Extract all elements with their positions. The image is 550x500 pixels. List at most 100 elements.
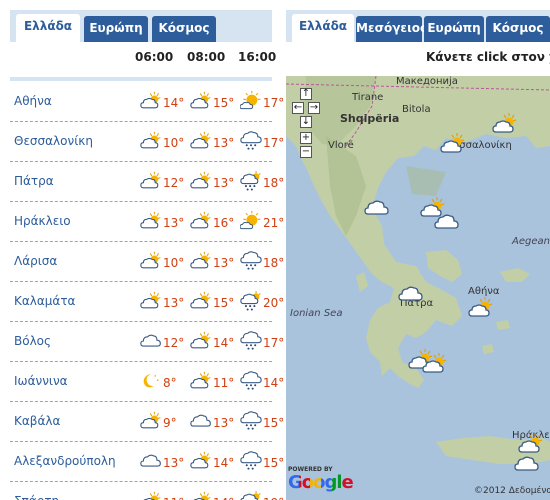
- zoom-out-button[interactable]: −: [300, 146, 312, 158]
- weather-map[interactable]: ↑ ← → ↓ + − Македонија Tirane Shqipëria …: [286, 76, 550, 500]
- ionian-island: [356, 272, 368, 292]
- temperature: 17°: [263, 336, 285, 350]
- temperature: 8°: [163, 376, 177, 390]
- forecast-cell: 13°: [140, 210, 184, 236]
- forecast-cell: 17°: [240, 90, 284, 116]
- tab-map-greece[interactable]: Ελλάδα: [292, 14, 354, 44]
- forecast-cell: 13°: [190, 170, 234, 196]
- tab-map-europe[interactable]: Ευρώπη: [424, 16, 484, 42]
- city-name[interactable]: Λάρισα: [14, 254, 57, 268]
- forecast-cell: 8°: [140, 370, 184, 396]
- hour-label: 16:00: [238, 50, 277, 64]
- mountain-relief: [406, 166, 446, 196]
- temperature: 18°: [263, 256, 285, 270]
- city-row[interactable]: Λάρισα 10° 13° 18°: [10, 242, 284, 282]
- sun-rain-icon: [240, 490, 262, 500]
- map-copyright[interactable]: ©2012 Δεδομένα χάρτη: [474, 486, 550, 496]
- partly-cloudy-icon: [190, 290, 212, 312]
- rain-cloud-icon: [240, 450, 262, 472]
- city-row[interactable]: Σπάρτη 11° 14° 19°: [10, 482, 284, 500]
- city-row[interactable]: Ιωάννινα 8° 11° 14°: [10, 362, 284, 402]
- forecast-cell: 13°: [190, 130, 234, 156]
- city-row[interactable]: Αθήνα 14° 15° 17°: [10, 82, 284, 122]
- pan-up-control[interactable]: ↑: [300, 88, 312, 100]
- temperature: 11°: [213, 376, 235, 390]
- temperature: 12°: [163, 176, 185, 190]
- forecast-cell: 15°: [190, 90, 234, 116]
- zoom-in-button[interactable]: +: [300, 132, 312, 144]
- cloud-icon[interactable]: [514, 452, 540, 476]
- city-row[interactable]: Καλαμάτα 13° 15° 20°: [10, 282, 284, 322]
- tab-europe[interactable]: Ευρώπη: [84, 16, 148, 42]
- city-name[interactable]: Αλεξανδρούπολη: [14, 454, 116, 468]
- pan-down-control[interactable]: ↓: [300, 116, 312, 128]
- city-name[interactable]: Ιωάννινα: [14, 374, 68, 388]
- partly-cloudy-icon: [190, 170, 212, 192]
- city-row[interactable]: Καβάλα 9° 13° 15°: [10, 402, 284, 442]
- tab-map-mediterranean[interactable]: Μεσόγειος: [356, 16, 427, 42]
- partly-cloudy-icon[interactable]: [468, 296, 494, 320]
- temperature: 17°: [263, 96, 285, 110]
- city-name[interactable]: Αθήνα: [14, 94, 52, 108]
- partly-cloudy-icon: [190, 490, 212, 500]
- temperature: 19°: [263, 496, 284, 500]
- temperature: 20°: [263, 296, 285, 310]
- city-name[interactable]: Θεσσαλονίκη: [14, 134, 93, 148]
- temperature: 17°: [263, 136, 285, 150]
- partly-cloudy-icon[interactable]: [422, 352, 448, 376]
- cloud-icon: [140, 450, 162, 472]
- city-name[interactable]: Καλαμάτα: [14, 294, 75, 308]
- temperature: 13°: [163, 216, 185, 230]
- cloud-icon[interactable]: [364, 196, 390, 220]
- tab-world[interactable]: Κόσμος: [152, 16, 216, 42]
- temperature: 14°: [213, 496, 234, 500]
- city-row[interactable]: Θεσσαλονίκη 10° 13° 17°: [10, 122, 284, 162]
- temperature: 13°: [213, 136, 235, 150]
- google-wordmark: Google: [288, 472, 354, 493]
- forecast-cell: 14°: [190, 450, 234, 476]
- temperature: 13°: [163, 296, 185, 310]
- forecast-cell: 20°: [240, 290, 284, 316]
- temperature: 18°: [263, 176, 285, 190]
- rain-cloud-icon: [240, 410, 262, 432]
- map-widget: Ελλάδα Μεσόγειος Ευρώπη Κόσμος Κάνετε cl…: [286, 10, 550, 500]
- partly-cloudy-icon: [140, 130, 162, 152]
- city-row[interactable]: Πάτρα 12° 13° 18°: [10, 162, 284, 202]
- cloud-icon[interactable]: [398, 282, 424, 306]
- city-row[interactable]: Ηράκλειο 13° 16° 21°: [10, 202, 284, 242]
- city-name[interactable]: Σπάρτη: [14, 494, 59, 500]
- google-logo[interactable]: Google: [288, 472, 354, 493]
- partly-cloudy-icon: [140, 90, 162, 112]
- tab-map-world[interactable]: Κόσμος: [486, 16, 550, 42]
- forecast-cell: 12°: [140, 170, 184, 196]
- cloud-icon: [190, 410, 212, 432]
- forecast-cell: 21°: [240, 210, 284, 236]
- pan-right-control[interactable]: →: [308, 102, 320, 114]
- rain-cloud-icon: [240, 330, 262, 352]
- euboea-land: [426, 250, 462, 282]
- partly-cloudy-icon[interactable]: [440, 132, 466, 156]
- pan-left-control[interactable]: ←: [292, 102, 304, 114]
- temperature: 11°: [163, 496, 184, 500]
- tab-greece[interactable]: Ελλάδα: [16, 14, 80, 44]
- forecast-cell: 11°: [190, 370, 234, 396]
- city-name[interactable]: Καβάλα: [14, 414, 60, 428]
- cloud-icon[interactable]: [434, 210, 460, 234]
- partly-cloudy-icon[interactable]: [492, 112, 518, 136]
- partly-cloudy-icon: [190, 90, 212, 112]
- forecast-cell: 14°: [140, 90, 184, 116]
- city-row[interactable]: Βόλος 12° 14° 17°: [10, 322, 284, 362]
- partly-cloudy-icon: [140, 170, 162, 192]
- city-name[interactable]: Πάτρα: [14, 174, 54, 188]
- forecast-cell: 14°: [190, 490, 234, 500]
- city-row[interactable]: Αλεξανδρούπολη 13° 14° 15°: [10, 442, 284, 482]
- temperature: 14°: [163, 96, 185, 110]
- city-name[interactable]: Βόλος: [14, 334, 51, 348]
- partly-cloudy-icon: [190, 250, 212, 272]
- temperature: 10°: [163, 136, 185, 150]
- city-name[interactable]: Ηράκλειο: [14, 214, 71, 228]
- forecast-cell: 15°: [190, 290, 234, 316]
- forecast-cell: 14°: [190, 330, 234, 356]
- map-click-hint: Κάνετε click στον χάρτη: [426, 50, 550, 64]
- forecast-cell: 10°: [140, 130, 184, 156]
